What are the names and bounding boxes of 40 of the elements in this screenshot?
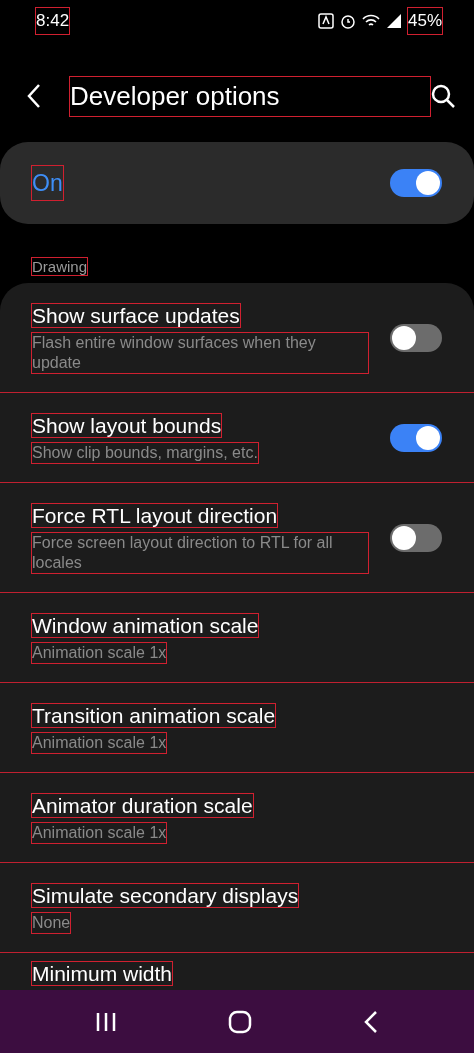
back-icon[interactable] bbox=[362, 1009, 379, 1034]
setting-summary: Animation scale 1x bbox=[32, 643, 167, 663]
recent-apps-icon[interactable] bbox=[95, 1010, 118, 1033]
search-icon[interactable] bbox=[430, 83, 456, 109]
setting-row[interactable]: Animator duration scale Animation scale 1x bbox=[0, 773, 474, 863]
setting-title: Transition animation scale bbox=[32, 704, 276, 727]
switch-label: On bbox=[32, 165, 63, 201]
setting-summary: Force screen layout direction to RTL for all locales bbox=[32, 533, 368, 573]
toggle-switch[interactable] bbox=[390, 523, 442, 552]
section-header: Drawing bbox=[32, 258, 88, 275]
setting-row[interactable]: Transition animation scale Animation scale 1x bbox=[0, 683, 474, 773]
setting-title: Show layout bounds bbox=[32, 414, 222, 437]
wifi-icon bbox=[361, 13, 380, 29]
battery-level: 45% bbox=[407, 8, 442, 34]
setting-title: Force RTL layout direction bbox=[32, 504, 278, 527]
setting-row[interactable]: Simulate secondary displays None bbox=[0, 863, 474, 953]
setting-summary: None bbox=[32, 913, 71, 933]
setting-summary: Show clip bounds, margins, etc. bbox=[32, 443, 258, 463]
setting-title: Minimum width bbox=[32, 962, 173, 985]
setting-title: Simulate secondary displays bbox=[32, 884, 299, 907]
signal-icon bbox=[385, 13, 402, 29]
setting-row[interactable]: Window animation scale Animation scale 1x bbox=[0, 593, 474, 683]
back-icon[interactable] bbox=[26, 83, 42, 109]
clock-time: 8:42 bbox=[36, 8, 70, 34]
setting-title: Show surface updates bbox=[32, 304, 240, 327]
page-title: Developer options bbox=[70, 76, 430, 116]
setting-row[interactable]: Force RTL layout direction Force screen layout direction to RTL for all locales bbox=[0, 483, 474, 593]
notification-icon bbox=[317, 13, 334, 29]
master-toggle[interactable] bbox=[390, 169, 442, 197]
setting-row[interactable]: Show surface updates Flash entire window surfaces when they update bbox=[0, 283, 474, 393]
toggle-switch[interactable] bbox=[390, 323, 442, 352]
home-icon[interactable] bbox=[228, 1009, 252, 1034]
toggle-switch[interactable] bbox=[390, 423, 442, 452]
setting-summary: Flash entire window surfaces when they update bbox=[32, 333, 368, 373]
setting-summary: Animation scale 1x bbox=[32, 733, 167, 753]
setting-title: Animator duration scale bbox=[32, 794, 253, 817]
setting-summary: Animation scale 1x bbox=[32, 823, 167, 843]
setting-row[interactable]: Show layout bounds Show clip bounds, margins, etc. bbox=[0, 393, 474, 483]
alarm-icon bbox=[339, 13, 356, 29]
setting-title: Window animation scale bbox=[32, 614, 259, 637]
